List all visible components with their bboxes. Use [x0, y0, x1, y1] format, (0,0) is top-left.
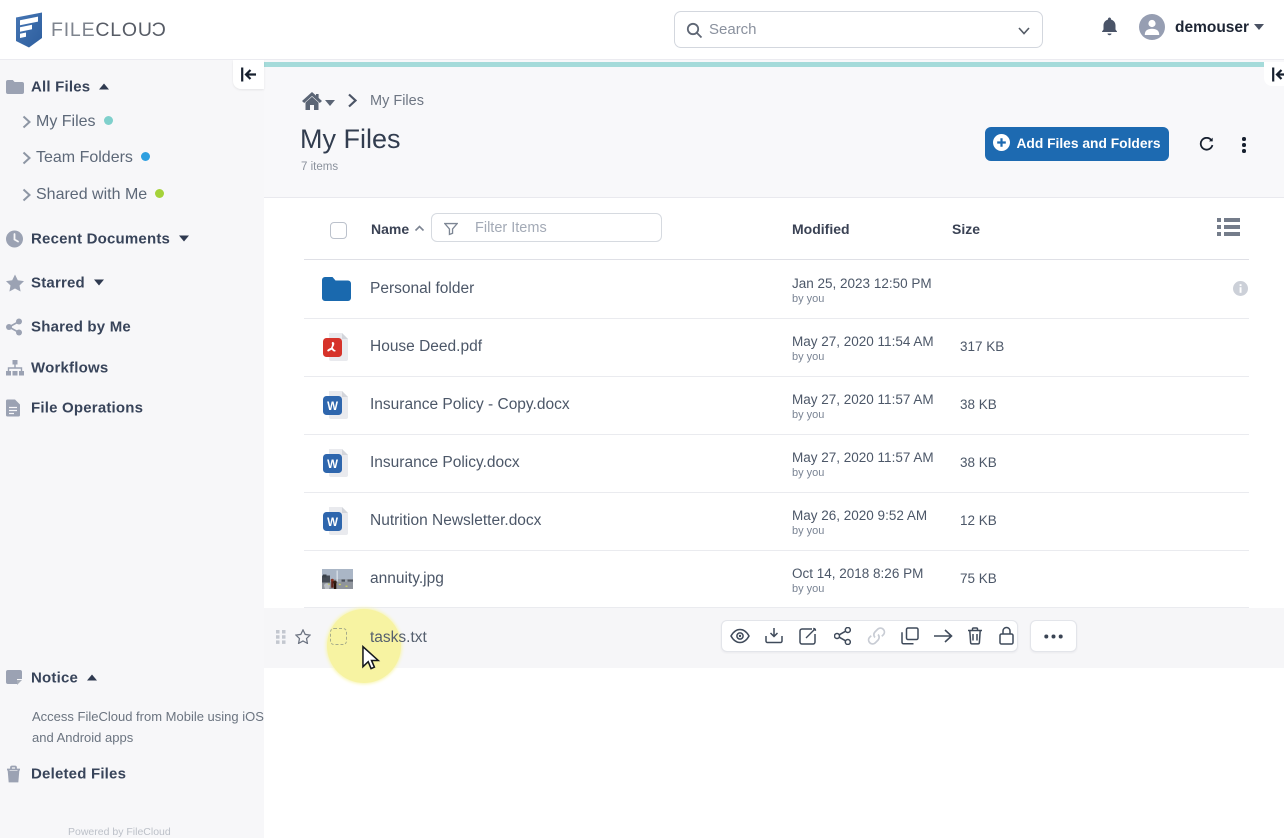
svg-text:W: W [327, 459, 338, 471]
svg-text:W: W [327, 517, 338, 529]
svg-text:W: W [327, 401, 338, 413]
